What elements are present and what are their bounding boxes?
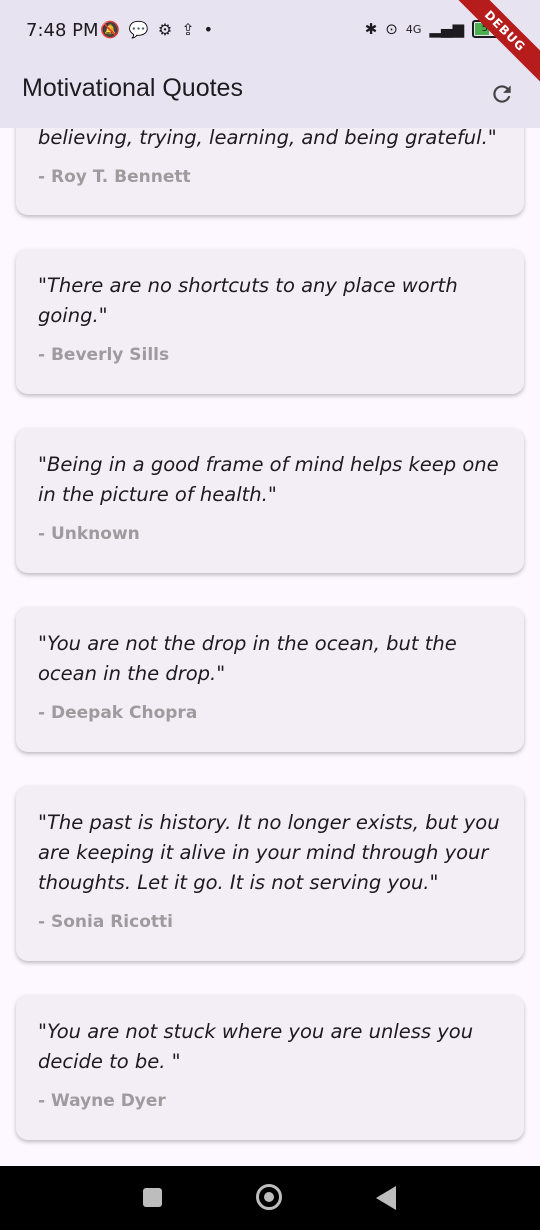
muted-bell-icon: 🔕 (100, 20, 120, 39)
page-title: Motivational Quotes (22, 74, 243, 102)
app-bar: Motivational Quotes (0, 62, 540, 128)
upload-icon: ⇪ (181, 20, 195, 39)
system-navigation-bar (0, 1166, 540, 1230)
quote-card: "You are not the drop in the ocean, but … (16, 607, 524, 752)
quote-list[interactable]: believing, trying, learning, and being g… (0, 128, 540, 1166)
hotspot-icon: ⊙ (385, 20, 398, 38)
dot-icon: • (203, 20, 214, 39)
quote-text: "There are no shortcuts to any place wor… (38, 274, 458, 327)
quote-card: "There are no shortcuts to any place wor… (16, 249, 524, 394)
quote-author: - Unknown (38, 524, 140, 544)
quote-card: "Being in a good frame of mind helps kee… (16, 428, 524, 573)
quote-text: believing, trying, learning, and being g… (38, 128, 497, 149)
signal-icon: ▂▄▆ (429, 20, 464, 38)
status-notification-icons: 🔕 💬 ⚙ ⇪ • (100, 20, 213, 39)
recent-apps-button[interactable] (143, 1188, 162, 1207)
settings-icon: ⚙ (157, 20, 173, 39)
refresh-icon (493, 85, 511, 103)
quote-text: "The past is history. It no longer exist… (38, 811, 500, 894)
quote-text: "You are not stuck where you are unless … (38, 1020, 474, 1073)
status-time: 7:48 PM (26, 20, 99, 41)
quote-author: - Sonia Ricotti (38, 912, 173, 932)
quote-card: "The past is history. It no longer exist… (16, 786, 524, 961)
quote-card: believing, trying, learning, and being g… (16, 128, 524, 215)
quote-text: "You are not the drop in the ocean, but … (38, 632, 457, 685)
chat-bubble-icon: 💬 (128, 20, 149, 39)
quote-author: - Beverly Sills (38, 345, 170, 365)
quote-author: - Roy T. Bennett (38, 167, 191, 187)
back-button[interactable] (376, 1186, 396, 1210)
quote-card: "You are not stuck where you are unless … (16, 995, 524, 1140)
refresh-button[interactable] (482, 74, 522, 114)
quote-author: - Deepak Chopra (38, 703, 198, 723)
status-bar: 7:48 PM 🔕 💬 ⚙ ⇪ • ✱ ⊙ 4G ▂▄▆ 50 (0, 0, 540, 62)
bluetooth-icon: ✱ (364, 20, 378, 38)
network-label: 4G (405, 22, 422, 36)
home-button[interactable] (256, 1184, 282, 1210)
quote-author: - Wayne Dyer (38, 1091, 166, 1111)
quote-text: "Being in a good frame of mind helps kee… (38, 453, 499, 506)
